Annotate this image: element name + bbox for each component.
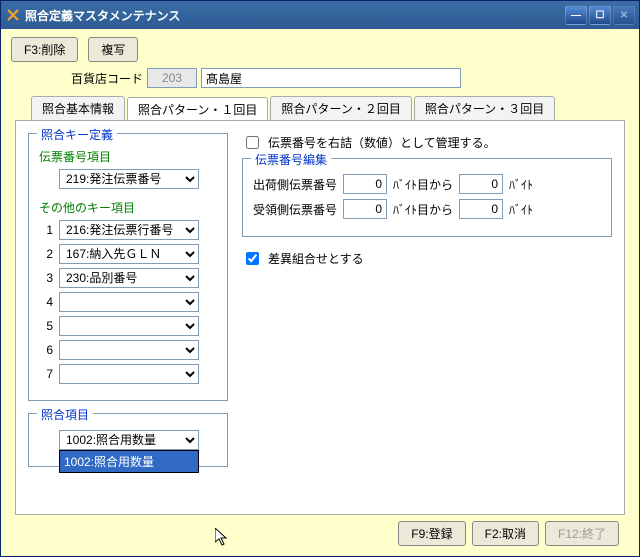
- tab-pattern1[interactable]: 照合パターン・１回目: [127, 97, 268, 121]
- window-body: F3:削除 複写 百貨店コード 照合基本情報 照合パターン・１回目 照合パターン…: [1, 29, 639, 556]
- footer-buttons: F9:登録 F2:取消 F12:終了: [11, 515, 629, 548]
- window-buttons: — ☐ ✕: [565, 5, 635, 25]
- match-option-1[interactable]: 1002:照合用数量: [60, 451, 198, 472]
- cancel-button[interactable]: F2:取消: [472, 521, 539, 546]
- tabstrip: 照合基本情報 照合パターン・１回目 照合パターン・２回目 照合パターン・３回目: [31, 96, 629, 120]
- tab-pattern3[interactable]: 照合パターン・３回目: [414, 96, 555, 120]
- key-num-2: 2: [39, 247, 53, 261]
- exit-button[interactable]: F12:終了: [545, 521, 619, 546]
- ship-len-field[interactable]: [459, 174, 503, 194]
- tab-content: 照合キー定義 伝票番号項目 219:発注伝票番号 その他のキー項目 1 216:発…: [15, 120, 625, 515]
- app-window: 照合定義マスタメンテナンス — ☐ ✕ F3:削除 複写 百貨店コード 照合基本…: [0, 0, 640, 557]
- recv-slip-label: 受領側伝票番号: [253, 201, 337, 218]
- store-code-field[interactable]: [147, 68, 197, 88]
- ship-from-field[interactable]: [343, 174, 387, 194]
- key-select-2[interactable]: 167:納入先ＧＬＮ: [59, 244, 199, 264]
- diff-combo-checkbox[interactable]: [246, 252, 259, 265]
- other-keys-label: その他のキー項目: [39, 199, 217, 216]
- key-num-7: 7: [39, 367, 53, 381]
- titlebar: 照合定義マスタメンテナンス — ☐ ✕: [1, 1, 639, 29]
- app-icon: [5, 7, 21, 23]
- unit-from-2: ﾊﾞｲﾄ目から: [393, 201, 453, 218]
- slip-edit-box: 伝票番号編集 出荷側伝票番号 ﾊﾞｲﾄ目から ﾊﾞｲﾄ 受領側伝票番号 ﾊﾞｲﾄ…: [242, 158, 612, 237]
- window-title: 照合定義マスタメンテナンス: [25, 7, 565, 24]
- key-num-4: 4: [39, 295, 53, 309]
- close-button[interactable]: ✕: [613, 5, 635, 25]
- recv-len-field[interactable]: [459, 199, 503, 219]
- diff-combo-label: 差異組合せとする: [268, 250, 364, 267]
- key-num-1: 1: [39, 223, 53, 237]
- right-column: 伝票番号を右詰（数値）として管理する。 伝票番号編集 出荷側伝票番号 ﾊﾞｲﾄ目…: [242, 133, 612, 502]
- slip-number-label: 伝票番号項目: [39, 148, 217, 165]
- slip-edit-legend: 伝票番号編集: [251, 151, 331, 168]
- key-num-6: 6: [39, 343, 53, 357]
- tab-basic[interactable]: 照合基本情報: [31, 96, 125, 120]
- unit-from-1: ﾊﾞｲﾄ目から: [393, 176, 453, 193]
- recv-from-field[interactable]: [343, 199, 387, 219]
- tab-pattern2[interactable]: 照合パターン・２回目: [270, 96, 411, 120]
- register-button[interactable]: F9:登録: [398, 521, 465, 546]
- key-select-5[interactable]: [59, 316, 199, 336]
- code-row: 百貨店コード: [71, 68, 629, 88]
- match-item-box: 照合項目 1002:照合用数量 1002:照合用数量: [28, 413, 228, 467]
- left-column: 照合キー定義 伝票番号項目 219:発注伝票番号 その他のキー項目 1216:発…: [28, 133, 228, 502]
- code-label: 百貨店コード: [71, 70, 143, 87]
- match-item-select[interactable]: 1002:照合用数量: [59, 430, 199, 450]
- key-select-3[interactable]: 230:品別番号: [59, 268, 199, 288]
- slip-number-select[interactable]: 219:発注伝票番号: [59, 169, 199, 189]
- right-justify-label: 伝票番号を右詰（数値）として管理する。: [268, 134, 496, 151]
- unit-len-2: ﾊﾞｲﾄ: [509, 201, 533, 218]
- key-select-4[interactable]: [59, 292, 199, 312]
- minimize-button[interactable]: —: [565, 5, 587, 25]
- right-justify-checkbox[interactable]: [246, 136, 259, 149]
- match-dropdown-list: 1002:照合用数量: [59, 450, 199, 473]
- key-select-7[interactable]: [59, 364, 199, 384]
- key-definition-box: 照合キー定義 伝票番号項目 219:発注伝票番号 その他のキー項目 1216:発…: [28, 133, 228, 401]
- key-select-6[interactable]: [59, 340, 199, 360]
- key-select-1[interactable]: 216:発注伝票行番号: [59, 220, 199, 240]
- ship-slip-label: 出荷側伝票番号: [253, 176, 337, 193]
- unit-len-1: ﾊﾞｲﾄ: [509, 176, 533, 193]
- copy-button[interactable]: 複写: [88, 37, 138, 62]
- top-toolbar: F3:削除 複写: [11, 37, 629, 62]
- store-name-field[interactable]: [201, 68, 461, 88]
- delete-button[interactable]: F3:削除: [11, 37, 78, 62]
- maximize-button[interactable]: ☐: [589, 5, 611, 25]
- key-def-legend: 照合キー定義: [37, 126, 117, 143]
- match-legend: 照合項目: [37, 406, 93, 423]
- key-num-3: 3: [39, 271, 53, 285]
- key-num-5: 5: [39, 319, 53, 333]
